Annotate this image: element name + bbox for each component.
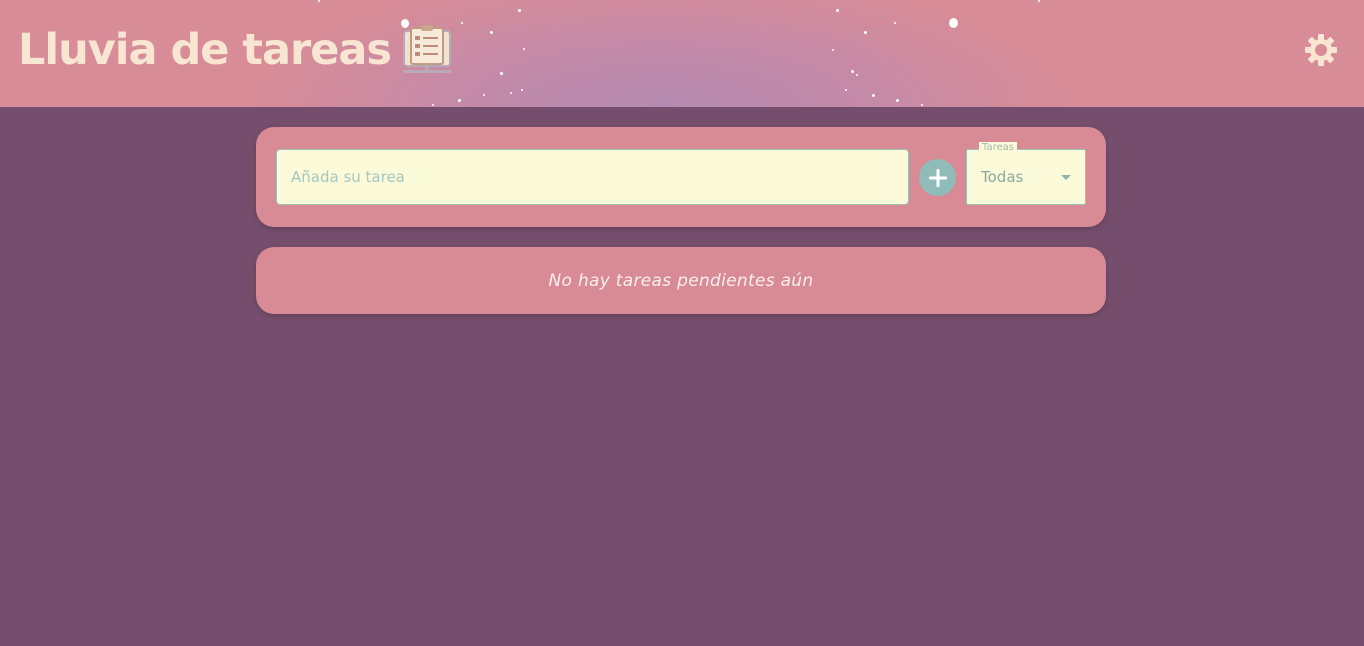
star-decoration (1038, 0, 1040, 2)
star-decoration (949, 18, 958, 28)
star-decoration (921, 104, 923, 106)
filter-legend: Tareas (979, 142, 1017, 154)
gear-icon (1305, 34, 1337, 66)
clipboard-list-icon (402, 25, 451, 73)
star-decoration (832, 49, 834, 51)
star-decoration (318, 0, 320, 2)
star-decoration (896, 99, 899, 102)
brand: Lluvia de tareas (18, 22, 453, 78)
task-form-card: Tareas Todas (256, 127, 1106, 227)
star-decoration (864, 31, 867, 34)
add-task-button[interactable] (919, 159, 956, 196)
settings-button[interactable] (1302, 31, 1340, 69)
app-header: Lluvia de tareas (0, 0, 1364, 107)
star-decoration (432, 104, 434, 106)
star-decoration (523, 48, 525, 50)
star-decoration (458, 99, 461, 102)
star-decoration (518, 9, 521, 12)
filter-selected-value: Todas (981, 168, 1024, 186)
task-input[interactable] (276, 149, 909, 205)
star-decoration (836, 9, 839, 12)
star-decoration (510, 92, 512, 94)
star-decoration (461, 22, 463, 24)
empty-state-message: No hay tareas pendientes aún (548, 270, 814, 291)
star-decoration (851, 70, 854, 73)
plus-icon (928, 168, 947, 187)
app-title: Lluvia de tareas (18, 25, 392, 75)
star-decoration (500, 72, 503, 75)
star-decoration (483, 94, 485, 96)
chevron-down-icon (1061, 175, 1071, 180)
star-decoration (845, 89, 847, 91)
star-decoration (856, 74, 858, 76)
task-list-card: No hay tareas pendientes aún (256, 247, 1106, 314)
task-filter-select[interactable]: Tareas Todas (966, 142, 1086, 205)
star-decoration (894, 22, 896, 24)
star-decoration (521, 89, 523, 91)
star-decoration (872, 94, 875, 97)
star-decoration (490, 31, 493, 34)
